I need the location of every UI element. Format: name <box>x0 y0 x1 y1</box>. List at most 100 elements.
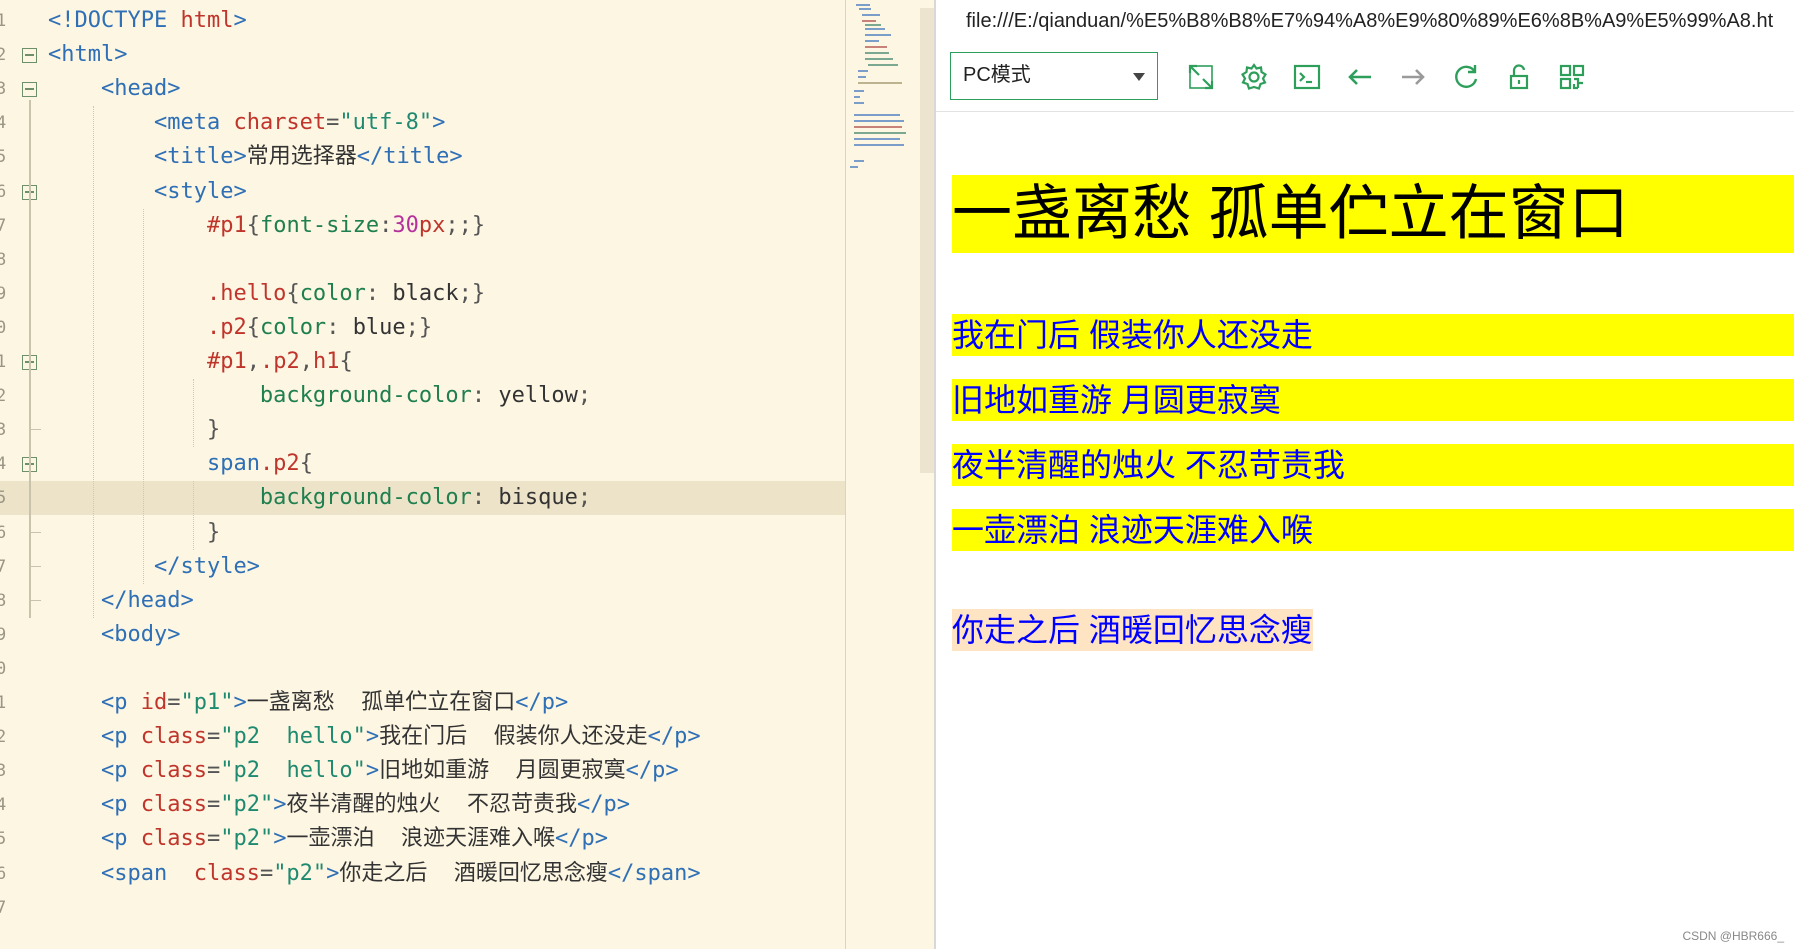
line-number: 5 <box>0 829 7 850</box>
minimap-line <box>854 120 904 122</box>
line-number: 9 <box>0 283 7 304</box>
preview-p2-item: 旧地如重游 月圆更寂寞 <box>952 379 1794 421</box>
line-number: 9 <box>0 624 7 645</box>
reload-icon[interactable] <box>1451 62 1481 92</box>
line-number: 5 <box>0 488 7 509</box>
minimap-line <box>858 76 866 78</box>
back-icon[interactable] <box>1345 62 1375 92</box>
device-mode-label: PC模式 <box>963 64 1031 86</box>
code-text: <!DOCTYPE html> <box>48 8 247 33</box>
code-text: <span class="p2">你走之后 酒暖回忆思念瘦</span> <box>100 860 701 886</box>
code-line[interactable]: 7 #p1{font-size:30px;;} <box>0 209 845 243</box>
terminal-icon[interactable] <box>1292 62 1322 92</box>
code-text: </style> <box>153 553 260 579</box>
line-number: 8 <box>0 249 7 270</box>
minimap-line <box>856 4 870 6</box>
indent-guide <box>143 208 144 584</box>
indent-guide <box>193 379 194 448</box>
code-line[interactable]: 3 <p class="p2 hello">旧地如重游 月圆更寂寞</p> <box>0 754 845 788</box>
line-number: 3 <box>0 79 7 100</box>
code-line[interactable]: 9 .hello{color: black;} <box>0 277 845 311</box>
minimap-line <box>854 126 902 128</box>
line-number: 6 <box>0 863 7 884</box>
minimap-line <box>865 28 885 30</box>
code-line[interactable]: 1 <p id="p1">一盏离愁 孤单伫立在窗口</p> <box>0 686 845 720</box>
line-number: 2 <box>0 386 7 407</box>
code-line[interactable]: 8 <box>0 243 845 277</box>
code-line[interactable]: 6 } <box>0 515 845 550</box>
code-text: <style> <box>153 178 247 204</box>
line-number: 5 <box>0 147 7 168</box>
code-text: background-color: yellow; <box>259 383 592 409</box>
preview-toolbar: PC模式 <box>936 42 1794 112</box>
code-line[interactable]: 2 <p class="p2 hello">我在门后 假装你人还没走</p> <box>0 720 845 754</box>
minimap-line <box>868 64 898 66</box>
code-line[interactable]: 1 #p1,.p2,h1{ <box>0 345 845 379</box>
fold-end-marker <box>29 549 41 567</box>
code-line[interactable]: 5 <p class="p2">一壶漂泊 浪迹天涯难入喉</p> <box>0 822 845 856</box>
code-line[interactable]: 4 <meta charset="utf-8"> <box>0 106 845 140</box>
line-number: 6 <box>0 181 7 202</box>
code-text: <p id="p1">一盏离愁 孤单伫立在窗口</p> <box>100 690 569 715</box>
code-line[interactable]: 0 .p2{color: blue;} <box>0 311 845 345</box>
rendered-page: 一盏离愁 孤单伫立在窗口 我在门后 假装你人还没走 旧地如重游 月圆更寂寞 夜半… <box>936 112 1794 949</box>
code-line[interactable]: 6 <span class="p2">你走之后 酒暖回忆思念瘦</span> <box>0 857 845 891</box>
fold-toggle-icon[interactable] <box>22 48 37 64</box>
code-line[interactable]: 7 </style> <box>0 549 845 584</box>
expand-icon[interactable] <box>1186 62 1216 92</box>
code-text: <p class="p2">夜半清醒的烛火 不忍苛责我</p> <box>100 792 630 818</box>
code-line[interactable]: 7 <box>0 891 845 925</box>
watermark: CSDN @HBR666_ <box>1682 929 1784 943</box>
unlock-icon[interactable] <box>1504 62 1534 92</box>
minimap-line <box>859 8 871 10</box>
forward-icon[interactable] <box>1398 62 1428 92</box>
code-line[interactable]: 9 <body> <box>0 618 845 652</box>
code-line[interactable]: 5 <title>常用选择器</title> <box>0 140 845 174</box>
code-text: <title>常用选择器</title> <box>153 144 463 170</box>
minimap-line <box>865 46 887 48</box>
code-line[interactable]: 0 <box>0 652 845 686</box>
indent-guide <box>93 106 94 618</box>
code-text: } <box>206 417 221 443</box>
minimap-line <box>865 58 893 60</box>
code-line[interactable]: 4 span.p2{ <box>0 447 845 481</box>
code-editor[interactable]: 1 <!DOCTYPE html> 2 <html> 3 <head> 4 <meta c… <box>0 0 845 949</box>
line-number: 0 <box>0 317 7 338</box>
code-text: #p1{font-size:30px;;} <box>206 212 486 238</box>
minimap-line <box>854 144 904 146</box>
minimap-line <box>865 52 889 54</box>
code-line[interactable]: 2 background-color: yellow; <box>0 379 845 413</box>
code-line[interactable]: 6 <style> <box>0 175 845 209</box>
minimap-line <box>854 132 906 134</box>
preview-span-p2: 你走之后 酒暖回忆思念瘦 <box>952 609 1313 651</box>
code-line[interactable]: 1 <!DOCTYPE html> <box>0 4 845 38</box>
fold-end-marker <box>29 583 41 601</box>
minimap[interactable] <box>845 0 919 949</box>
line-number: 1 <box>0 11 7 31</box>
code-line[interactable]: 4 <p class="p2">夜半清醒的烛火 不忍苛责我</p> <box>0 788 845 822</box>
line-number: 1 <box>0 693 7 713</box>
code-text: .p2{color: blue;} <box>206 314 433 340</box>
code-line[interactable]: 3 <head> <box>0 72 845 106</box>
qrcode-icon[interactable] <box>1557 62 1587 92</box>
line-number: 2 <box>0 727 7 748</box>
indent-guide <box>193 481 194 550</box>
device-mode-select[interactable]: PC模式 <box>950 52 1158 100</box>
minimap-line <box>854 160 864 162</box>
minimap-line <box>858 70 868 72</box>
preview-p1: 一盏离愁 孤单伫立在窗口 <box>952 175 1794 253</box>
settings-icon[interactable] <box>1239 62 1269 92</box>
code-line[interactable]: 3 } <box>0 413 845 447</box>
fold-end-marker <box>29 515 41 533</box>
line-number: 4 <box>0 454 7 475</box>
code-line[interactable]: 8 </head> <box>0 583 845 618</box>
code-line[interactable]: 2 <html> <box>0 38 845 72</box>
minimap-line <box>854 102 864 104</box>
url-bar[interactable]: file:///E:/qianduan/%E5%B8%B8%E7%94%A8%E… <box>936 0 1794 42</box>
code-line[interactable]: 5 background-color: bisque; <box>0 481 845 516</box>
fold-toggle-icon[interactable] <box>22 82 37 98</box>
code-text: <p class="p2 hello">旧地如重游 月圆更寂寞</p> <box>100 758 679 784</box>
line-number: 2 <box>0 45 7 66</box>
chevron-down-icon <box>1133 73 1145 81</box>
minimap-line <box>850 166 858 168</box>
